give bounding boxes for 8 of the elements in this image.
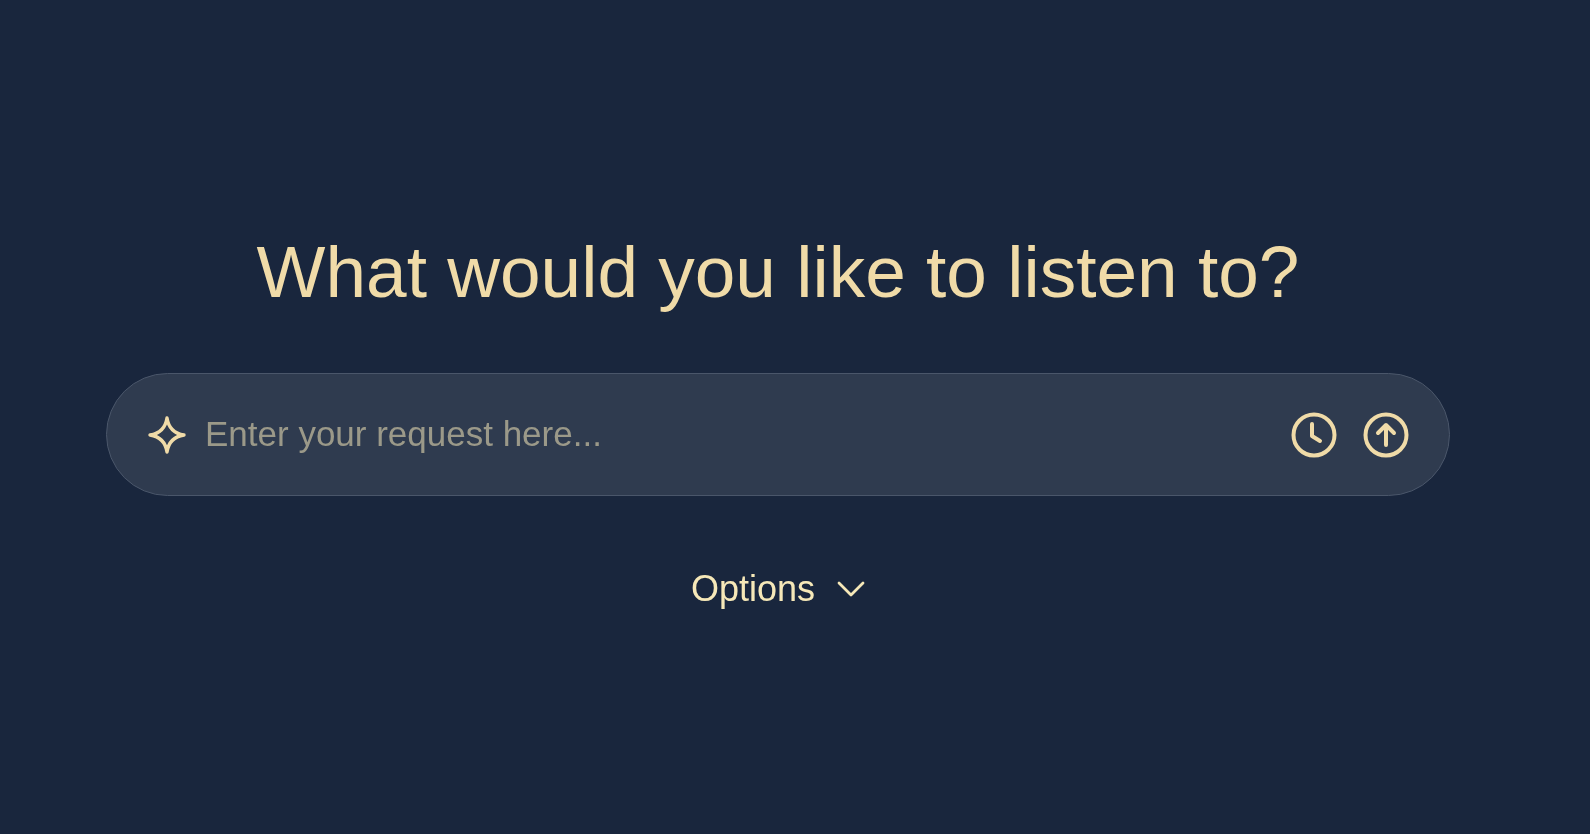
request-field[interactable]: Enter your request here...	[106, 373, 1450, 496]
submit-button[interactable]	[1363, 411, 1409, 458]
clock-icon	[1291, 411, 1337, 458]
history-button[interactable]	[1291, 411, 1337, 458]
options-toggle[interactable]: Options	[690, 571, 866, 607]
sparkle-icon	[147, 414, 187, 455]
arrow-up-icon	[1363, 411, 1409, 458]
request-input[interactable]: Enter your request here...	[205, 408, 1271, 461]
